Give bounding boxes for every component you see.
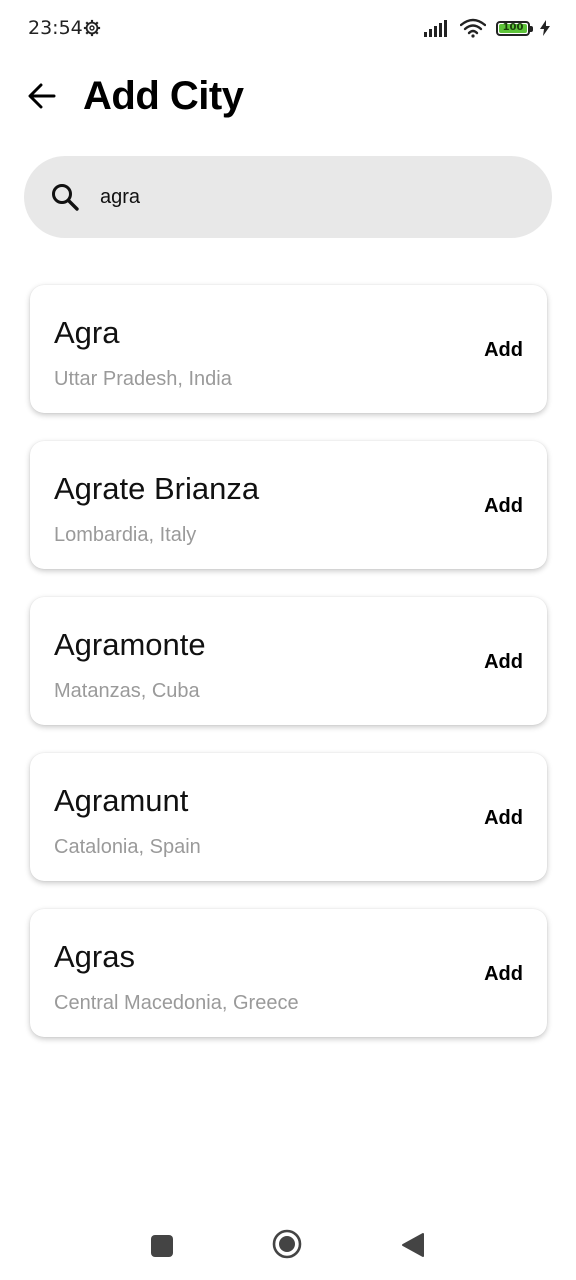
city-result-card[interactable]: Agrate Brianza Lombardia, Italy Add [30, 441, 547, 569]
back-triangle-icon[interactable] [401, 1232, 425, 1258]
system-nav-bar [0, 1210, 576, 1280]
city-result-card[interactable]: Agra Uttar Pradesh, India Add [30, 285, 547, 413]
page-title: Add City [83, 74, 244, 118]
city-name: Agramonte [54, 627, 206, 662]
city-result-card[interactable]: Agramonte Matanzas, Cuba Add [30, 597, 547, 725]
add-city-button[interactable]: Add [484, 339, 523, 362]
city-results-list: Agra Uttar Pradesh, India Add Agrate Bri… [30, 285, 547, 1065]
arrow-left-icon [28, 83, 56, 109]
home-circle-icon[interactable] [272, 1229, 302, 1259]
battery-level: 100 [502, 22, 524, 33]
city-region: Lombardia, Italy [54, 524, 197, 546]
city-name: Agra [54, 315, 120, 350]
city-region: Uttar Pradesh, India [54, 368, 232, 390]
back-button[interactable] [22, 76, 62, 116]
city-region: Matanzas, Cuba [54, 680, 200, 702]
city-name: Agramunt [54, 783, 189, 818]
wifi-icon [460, 18, 486, 38]
signal-icon [424, 20, 447, 37]
add-city-button[interactable]: Add [484, 807, 523, 830]
status-bar: 23:54 100 [0, 0, 576, 58]
search-icon [52, 184, 79, 211]
recents-square-icon[interactable] [151, 1235, 173, 1257]
add-city-screen: 23:54 100 Add City agra Agra Uttar Prade… [0, 0, 576, 1280]
add-city-button[interactable]: Add [484, 495, 523, 518]
add-city-button[interactable]: Add [484, 651, 523, 674]
add-city-button[interactable]: Add [484, 963, 523, 986]
city-region: Central Macedonia, Greece [54, 992, 299, 1014]
city-region: Catalonia, Spain [54, 836, 201, 858]
battery-icon: 100 [496, 20, 533, 36]
settings-gear-icon [83, 19, 101, 37]
city-name: Agras [54, 939, 135, 974]
city-result-card[interactable]: Agras Central Macedonia, Greece Add [30, 909, 547, 1037]
charging-bolt-icon [540, 20, 550, 36]
search-input[interactable] [100, 176, 520, 218]
status-time: 23:54 [28, 17, 83, 39]
city-result-card[interactable]: Agramunt Catalonia, Spain Add [30, 753, 547, 881]
status-icons: 100 [424, 18, 550, 38]
city-name: Agrate Brianza [54, 471, 260, 506]
